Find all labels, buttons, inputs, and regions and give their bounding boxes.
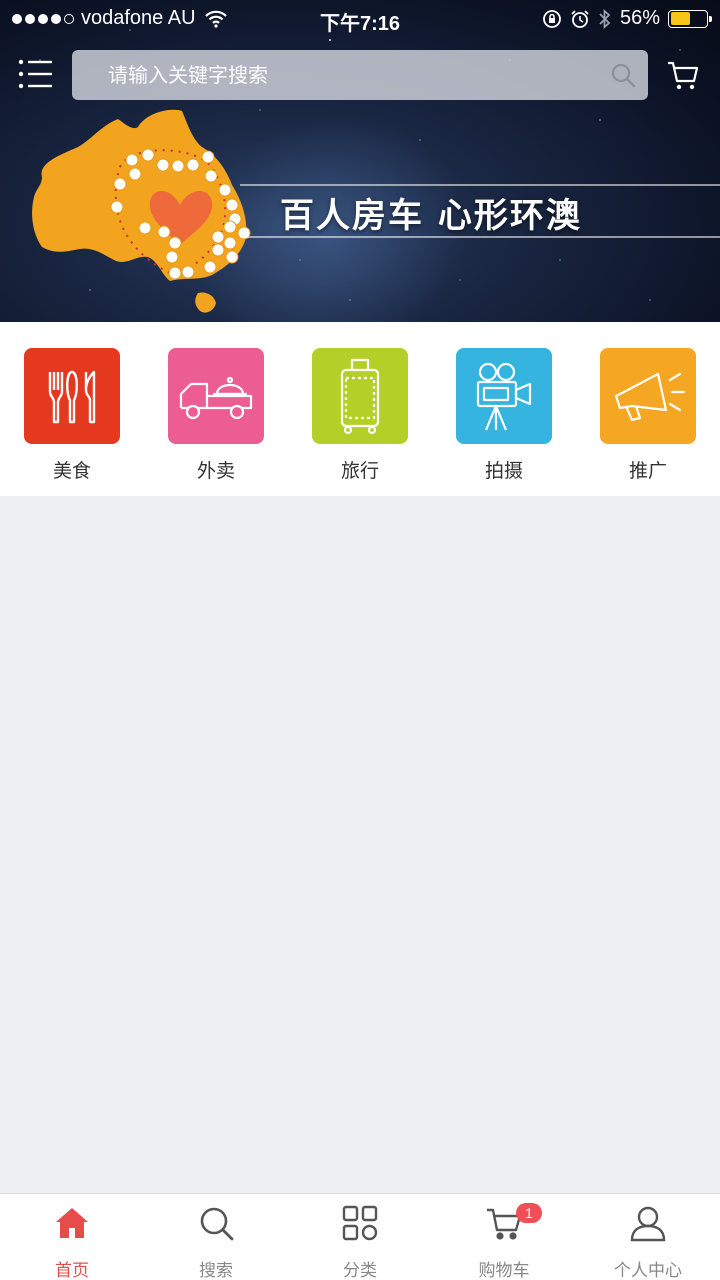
category-travel[interactable]: 旅行 <box>312 348 408 483</box>
battery-icon <box>668 9 712 28</box>
delivery-truck-icon <box>179 376 253 420</box>
category-promotion-label: 推广 <box>628 460 667 482</box>
bottom-tab-bar: 首页 搜索 分类 1 购物车 个人中心 <box>0 1193 720 1280</box>
cart-badge: 1 <box>516 1203 542 1223</box>
tab-category[interactable]: 分类 <box>288 1204 432 1280</box>
signal-dot <box>25 13 35 24</box>
list-menu-icon[interactable] <box>18 58 54 90</box>
signal-dot <box>64 13 74 24</box>
tab-search-label: 搜索 <box>199 1261 233 1280</box>
battery-percent: 56% <box>619 7 660 29</box>
category-filming-label: 拍摄 <box>484 460 523 482</box>
signal-dot <box>38 13 48 24</box>
megaphone-icon <box>614 372 686 422</box>
australia-map-illustration <box>32 109 251 313</box>
banner-title: 百人房车 心形环澳 <box>280 196 582 236</box>
cart-icon[interactable] <box>666 58 700 92</box>
banner-rule-top <box>240 184 720 186</box>
category-filming[interactable]: 拍摄 <box>456 348 552 483</box>
battery-fill <box>670 12 691 25</box>
category-food-label: 美食 <box>52 460 91 482</box>
category-row: 美食 外卖 旅行 拍摄 推广 <box>0 322 720 496</box>
status-bar: vodafone AU 下午7:16 56% <box>0 0 720 38</box>
category-food-tile[interactable] <box>24 348 120 444</box>
carrier-name: vodafone AU <box>81 7 196 29</box>
search-bar[interactable] <box>72 50 648 100</box>
category-travel-tile[interactable] <box>312 348 408 444</box>
signal-dot <box>51 13 61 24</box>
status-left: vodafone AU <box>12 7 227 30</box>
category-delivery-label: 外卖 <box>196 460 235 482</box>
category-delivery[interactable]: 外卖 <box>168 348 264 483</box>
rotation-lock-icon <box>543 9 561 28</box>
search-input[interactable] <box>108 63 588 87</box>
category-filming-tile[interactable] <box>456 348 552 444</box>
tab-search[interactable]: 搜索 <box>144 1204 288 1280</box>
wifi-icon <box>204 10 227 28</box>
tab-home-label: 首页 <box>55 1261 89 1280</box>
category-promotion[interactable]: 推广 <box>600 348 696 483</box>
grid-icon <box>342 1205 378 1241</box>
category-promotion-tile[interactable] <box>600 348 696 444</box>
status-right: 56% <box>542 7 712 30</box>
utensils-icon <box>48 370 96 424</box>
tab-cart-label: 购物车 <box>478 1261 530 1280</box>
category-food[interactable]: 美食 <box>24 348 120 483</box>
search-icon[interactable] <box>610 62 636 88</box>
search-icon <box>200 1207 234 1241</box>
movie-camera-icon <box>476 362 532 431</box>
tab-category-label: 分类 <box>343 1261 377 1280</box>
user-icon <box>630 1206 666 1242</box>
tab-home[interactable]: 首页 <box>0 1204 144 1280</box>
category-travel-label: 旅行 <box>340 460 379 482</box>
category-delivery-tile[interactable] <box>168 348 264 444</box>
luggage-icon <box>340 358 380 435</box>
alarm-icon <box>571 9 589 28</box>
bluetooth-icon <box>599 8 611 29</box>
signal-dot <box>12 13 22 24</box>
tab-cart[interactable]: 1 购物车 <box>432 1203 576 1280</box>
home-icon <box>56 1208 88 1238</box>
tab-profile-label: 个人中心 <box>614 1261 682 1280</box>
tab-profile[interactable]: 个人中心 <box>576 1204 720 1280</box>
